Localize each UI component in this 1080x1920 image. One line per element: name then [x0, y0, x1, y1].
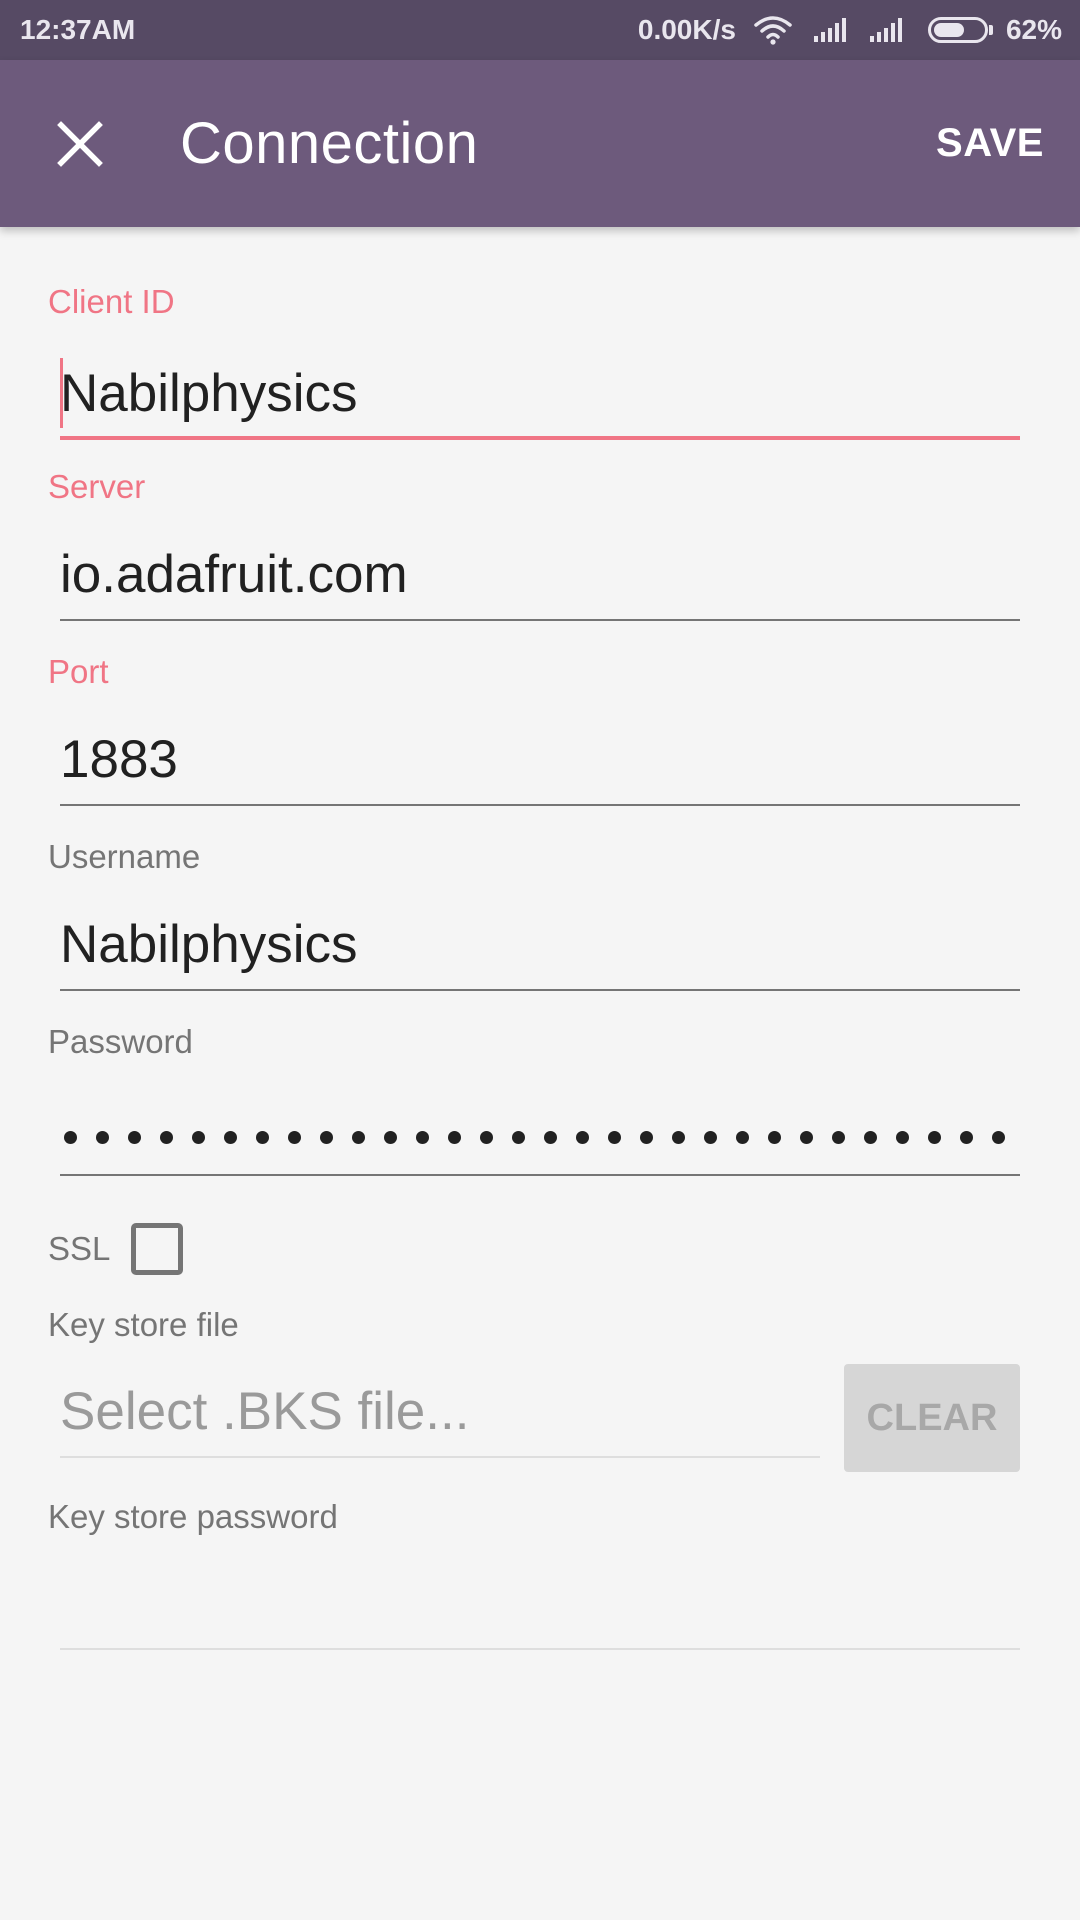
client-id-label: Client ID: [48, 283, 175, 320]
username-field[interactable]: Nabilphysics: [60, 911, 1020, 991]
key-store-password-label: Key store password: [48, 1498, 338, 1535]
server-value: io.adafruit.com: [60, 545, 408, 604]
password-dot: [192, 1131, 205, 1144]
password-dot: [960, 1131, 973, 1144]
clear-button[interactable]: CLEAR: [844, 1364, 1020, 1472]
password-dot: [576, 1131, 589, 1144]
key-store-file-placeholder: Select .BKS file...: [60, 1382, 470, 1441]
username-value: Nabilphysics: [60, 915, 358, 974]
password-dot: [672, 1131, 685, 1144]
port-label: Port: [48, 653, 109, 690]
signal-icon: [868, 16, 906, 44]
client-id-field[interactable]: Nabilphysics: [60, 358, 1020, 440]
password-dot: [384, 1131, 397, 1144]
password-dot: [768, 1131, 781, 1144]
port-field[interactable]: 1883: [60, 726, 1020, 806]
signal-icon: [812, 16, 850, 44]
username-label: Username: [48, 838, 201, 875]
password-dot: [896, 1131, 909, 1144]
password-dot: [96, 1131, 109, 1144]
password-dot: [800, 1131, 813, 1144]
network-speed: 0.00K/s: [637, 14, 736, 45]
ssl-label: SSL: [48, 1230, 111, 1267]
password-dot: [448, 1131, 461, 1144]
password-dot: [128, 1131, 141, 1144]
password-dot: [64, 1131, 77, 1144]
server-field[interactable]: io.adafruit.com: [60, 541, 1020, 621]
status-time: 12:37AM: [20, 14, 136, 45]
key-store-file-label: Key store file: [48, 1306, 239, 1343]
password-field[interactable]: [60, 1096, 1020, 1176]
password-mask: [64, 1131, 1024, 1144]
password-dot: [736, 1131, 749, 1144]
password-dot: [512, 1131, 525, 1144]
password-dot: [416, 1131, 429, 1144]
password-dot: [640, 1131, 653, 1144]
password-dot: [864, 1131, 877, 1144]
close-button[interactable]: [40, 104, 120, 184]
port-value: 1883: [60, 730, 178, 789]
password-dot: [256, 1131, 269, 1144]
password-dot: [992, 1131, 1005, 1144]
server-label: Server: [48, 468, 146, 505]
password-label: Password: [48, 1023, 193, 1060]
key-store-password-field[interactable]: [60, 1570, 1020, 1650]
password-dot: [224, 1131, 237, 1144]
password-dot: [288, 1131, 301, 1144]
password-dot: [320, 1131, 333, 1144]
ssl-checkbox[interactable]: [131, 1223, 183, 1275]
battery-percent: 62%: [1005, 14, 1062, 45]
password-dot: [608, 1131, 621, 1144]
app-bar: Connection SAVE: [0, 60, 1080, 227]
password-dot: [704, 1131, 717, 1144]
password-dot: [928, 1131, 941, 1144]
status-indicators: 0.00K/s 62%: [638, 0, 1062, 60]
status-bar: 12:37AM 0.00K/s 62%: [0, 0, 1080, 60]
password-dot: [544, 1131, 557, 1144]
wifi-icon: [754, 15, 792, 45]
password-dot: [480, 1131, 493, 1144]
client-id-value: Nabilphysics: [60, 364, 358, 423]
password-dot: [352, 1131, 365, 1144]
key-store-file-field[interactable]: Select .BKS file...: [60, 1378, 820, 1458]
password-dot: [160, 1131, 173, 1144]
close-icon: [57, 121, 103, 167]
battery-icon: [927, 17, 994, 43]
save-button[interactable]: SAVE: [936, 60, 1044, 227]
password-dot: [832, 1131, 845, 1144]
page-title: Connection: [180, 111, 479, 176]
